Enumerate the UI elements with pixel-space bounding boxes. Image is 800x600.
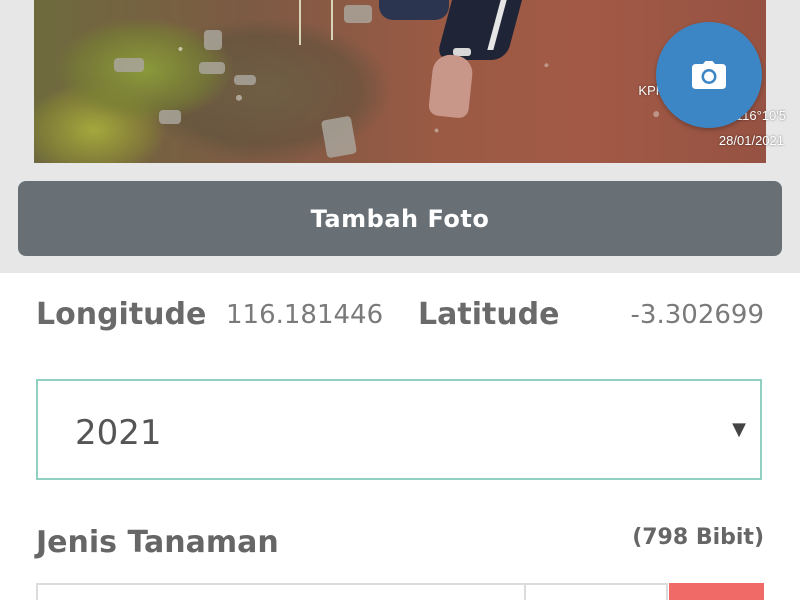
- plant-quantity-input[interactable]: [526, 583, 668, 600]
- latitude-value: -3.302699: [630, 300, 764, 330]
- latitude-label: Latitude: [418, 297, 560, 332]
- photo-stem: [299, 0, 301, 45]
- photo-hand: [427, 53, 475, 119]
- photo-rock: [114, 58, 144, 72]
- year-select[interactable]: 2021 ▼: [36, 379, 762, 480]
- add-photo-button[interactable]: Tambah Foto: [18, 181, 782, 256]
- photo-area: KPH Pulau -3°18'9", 116°10'5 28/01/2021: [0, 0, 800, 163]
- longitude-label: Longitude: [36, 297, 207, 332]
- photo-rock: [320, 115, 358, 159]
- year-select-value: 2021: [75, 413, 162, 453]
- photo-stamp-date: 28/01/2021: [718, 133, 784, 148]
- add-photo-band: Tambah Foto: [0, 163, 800, 273]
- plant-type-title: Jenis Tanaman: [36, 525, 279, 560]
- plant-type-input[interactable]: [36, 583, 526, 600]
- delete-plant-button[interactable]: [669, 583, 764, 600]
- photo-rock: [344, 5, 372, 23]
- photo-rock: [204, 30, 222, 50]
- plant-entry-row: [36, 583, 764, 600]
- seedling-count: (798 Bibit): [632, 525, 764, 550]
- mobile-form-screen: KPH Pulau -3°18'9", 116°10'5 28/01/2021 …: [0, 0, 800, 600]
- photo-shoe: [379, 0, 449, 20]
- chevron-down-icon: ▼: [732, 419, 746, 440]
- photo-rock: [199, 62, 225, 74]
- photo-stem: [331, 0, 333, 40]
- camera-button[interactable]: [656, 22, 762, 128]
- photo-rock: [234, 75, 256, 85]
- longitude-value: 116.181446: [226, 300, 384, 330]
- photo-rock: [159, 110, 181, 124]
- camera-icon: [692, 61, 726, 89]
